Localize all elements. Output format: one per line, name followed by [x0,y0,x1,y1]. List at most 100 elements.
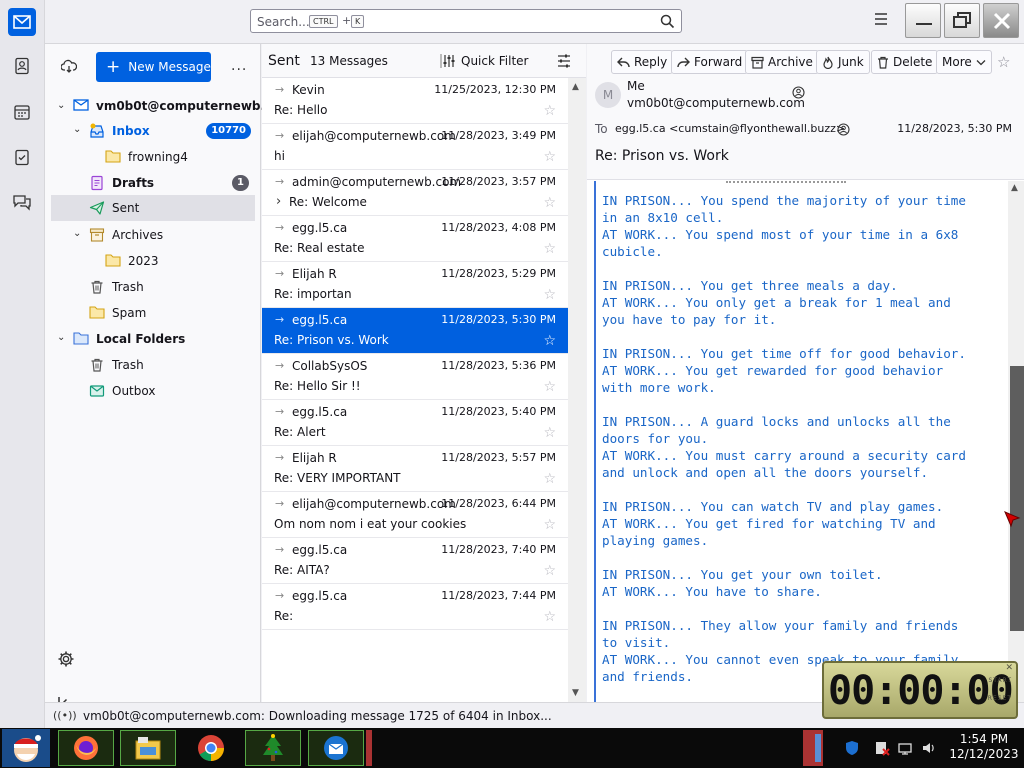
taskbar-tree-app[interactable] [243,728,303,768]
folder-2023[interactable]: 2023 [51,248,255,274]
star-icon[interactable]: ☆ [543,149,556,165]
close-icon[interactable]: ✕ [1005,663,1013,673]
star-icon[interactable]: ☆ [543,103,556,119]
message-row[interactable]: → elijah@computernewb.com 11/28/2023, 3:… [262,124,568,170]
search-icon[interactable] [660,14,675,29]
stopwatch-widget[interactable]: 00:00:00 START RESET ✕ [822,661,1018,719]
shield-icon[interactable] [844,740,860,759]
scrollbar-thumb[interactable] [1010,366,1024,631]
star-icon[interactable]: ☆ [997,53,1010,71]
folder-drafts[interactable]: Drafts 1 [51,170,255,196]
outgoing-arrow-icon: → [275,83,285,96]
forward-button[interactable]: Forward [671,50,749,74]
message-row[interactable]: → egg.l5.ca 11/28/2023, 7:44 PM Re: ☆ [262,584,568,630]
taskbar-thunderbird[interactable] [306,728,366,768]
folder-spam[interactable]: Spam [51,300,255,326]
contact-card-icon[interactable] [837,123,850,136]
scroll-down-icon[interactable]: ▼ [572,688,579,698]
folder-trash[interactable]: Trash [51,274,255,300]
contact-card-icon[interactable] [792,86,805,99]
taskbar-firefox[interactable] [56,728,116,768]
star-icon[interactable]: ☆ [543,287,556,303]
taskbar-chrome[interactable] [181,728,241,768]
folder-sent[interactable]: Sent [51,195,255,221]
volume-icon[interactable] [921,740,937,759]
quick-filter-button[interactable]: Quick Filter [442,50,528,72]
chevron-down-icon[interactable]: ⌄ [57,100,65,111]
search-input[interactable]: Search... CTRL + K [250,9,682,33]
tasks-icon[interactable] [8,143,36,171]
message-subject: Re: Hello Sir !! [274,379,361,393]
more-button[interactable]: More [936,50,992,74]
sender-address[interactable]: vm0b0t@computernewb.com [627,96,805,110]
outgoing-arrow-icon: → [275,451,285,464]
folder-pane-menu-button[interactable]: ... [231,58,247,74]
restore-button[interactable] [944,3,980,38]
message-row[interactable]: → egg.l5.ca 11/28/2023, 5:40 PM Re: Aler… [262,400,568,446]
show-desktop-strip[interactable] [815,734,821,762]
folder-archives[interactable]: ⌄ Archives [51,222,255,248]
delete-button[interactable]: Delete [871,50,939,74]
chevron-down-icon[interactable]: ⌄ [73,228,81,239]
folder-outbox[interactable]: Outbox [51,378,255,404]
star-icon[interactable]: ☆ [543,379,556,395]
local-folders-row[interactable]: ⌄ Local Folders [51,326,255,352]
archive-button[interactable]: Archive [745,50,819,74]
thread-scrollbar[interactable]: ▲ ▼ [568,78,586,702]
get-messages-icon[interactable] [61,59,77,73]
delete-label: Delete [893,55,933,69]
forward-label: Forward [694,55,743,69]
message-row[interactable]: → admin@computernewb.com 11/28/2023, 3:5… [262,170,568,216]
thread-expand-icon[interactable]: › [276,194,281,209]
chat-icon[interactable] [8,188,36,216]
taskbar-time[interactable]: 1:54 PM [944,732,1024,746]
star-icon[interactable]: ☆ [543,563,556,579]
folder-inbox[interactable]: ⌄ Inbox 10770 [51,118,255,144]
star-icon[interactable]: ☆ [543,517,556,533]
star-icon[interactable]: ☆ [543,195,556,211]
minimize-button[interactable] [905,3,941,38]
star-icon[interactable]: ☆ [543,241,556,257]
shortcut-key-k: K [351,15,365,28]
folder-frowning4[interactable]: frowning4 [51,144,255,170]
junk-button[interactable]: Junk [816,50,870,74]
chevron-down-icon[interactable]: ⌄ [73,124,81,135]
message-row[interactable]: → Elijah R 11/28/2023, 5:57 PM Re: VERY … [262,446,568,492]
display-options-icon[interactable] [556,53,572,69]
chevron-down-icon[interactable]: ⌄ [57,332,65,343]
calendar-icon[interactable] [8,98,36,126]
star-icon[interactable]: ☆ [543,333,556,349]
message-row[interactable]: → elijah@computernewb.com 11/28/2023, 6:… [262,492,568,538]
account-row[interactable]: ⌄ vm0b0t@computernewb... [51,93,274,119]
taskbar-file-explorer[interactable] [118,728,178,768]
action-center-icon[interactable] [874,740,890,759]
star-icon[interactable]: ☆ [543,609,556,625]
network-icon[interactable] [897,740,913,759]
message-row[interactable]: → egg.l5.ca 11/28/2023, 4:08 PM Re: Real… [262,216,568,262]
message-row-selected[interactable]: → egg.l5.ca 11/28/2023, 5:30 PM Re: Pris… [262,308,568,354]
message-row[interactable]: → egg.l5.ca 11/28/2023, 7:40 PM Re: AITA… [262,538,568,584]
message-row[interactable]: → Kevin 11/25/2023, 12:30 PM Re: Hello ☆ [262,78,568,124]
message-row[interactable]: → CollabSysOS 11/28/2023, 5:36 PM Re: He… [262,354,568,400]
star-icon[interactable]: ☆ [543,425,556,441]
message-row[interactable]: → Elijah R 11/28/2023, 5:29 PM Re: impor… [262,262,568,308]
new-message-button[interactable]: + New Message [96,52,211,82]
settings-gear-icon[interactable] [57,650,75,668]
taskbar-date[interactable]: 12/12/2023 [944,747,1024,761]
stopwatch-reset[interactable]: RESET [988,695,1012,702]
stopwatch-start[interactable]: START [988,677,1012,684]
address-book-icon[interactable] [8,52,36,80]
scroll-up-icon[interactable]: ▲ [1011,183,1018,193]
message-date: 11/28/2023, 5:30 PM [441,313,556,326]
scroll-up-icon[interactable]: ▲ [572,82,579,92]
message-subject: Re: [274,609,294,623]
folder-local-trash[interactable]: Trash [51,352,255,378]
star-icon[interactable]: ☆ [543,471,556,487]
reply-button[interactable]: Reply [611,50,674,74]
recipient[interactable]: egg.l5.ca <cumstain@flyonthewall.buzz> [615,122,845,135]
mail-icon[interactable] [8,8,36,36]
close-button[interactable] [983,3,1019,38]
message-scrollbar[interactable]: ▲ [1008,181,1024,702]
start-button[interactable] [2,729,50,767]
app-menu-icon[interactable] [873,12,889,26]
